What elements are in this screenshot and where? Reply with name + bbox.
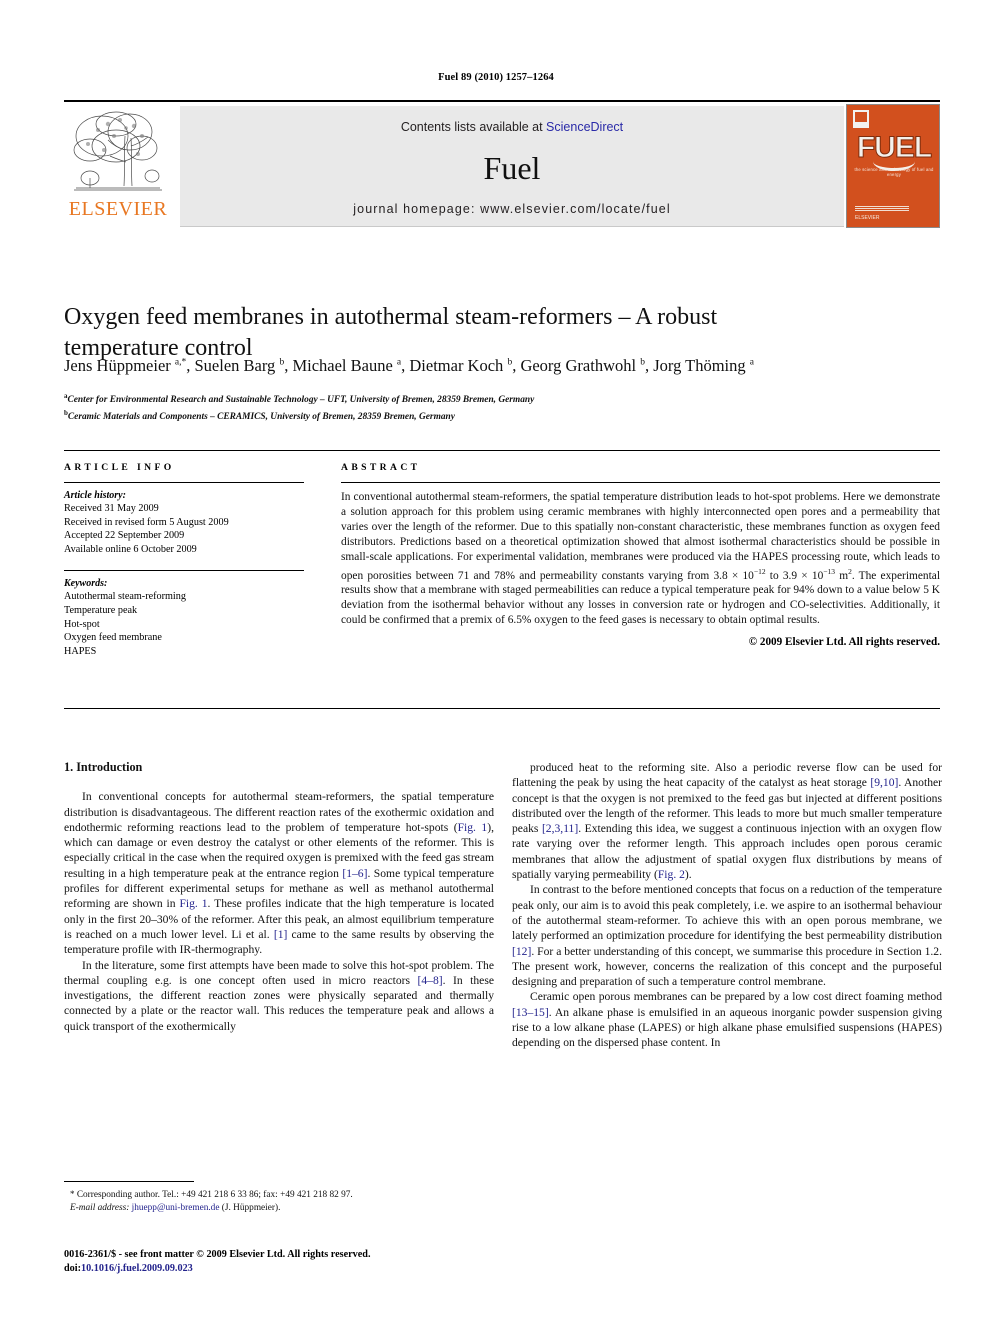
article-history-item: Received 31 May 2009 bbox=[64, 503, 159, 514]
contents-prefix: Contents lists available at bbox=[400, 120, 547, 134]
journal-homepage-link[interactable]: journal homepage: www.elsevier.com/locat… bbox=[180, 202, 844, 216]
elsevier-tree-icon bbox=[68, 106, 168, 198]
abstract-body: In conventional autothermal steam-reform… bbox=[341, 491, 940, 627]
affiliation-a-text: Center for Environmental Research and Su… bbox=[67, 395, 535, 406]
affiliation-a: aCenter for Environmental Research and S… bbox=[64, 392, 535, 406]
journal-title: Fuel bbox=[483, 150, 541, 186]
doi-label: doi: bbox=[64, 1262, 81, 1274]
article-info-heading: ARTICLE INFO bbox=[64, 462, 175, 473]
article-history-item: Available online 6 October 2009 bbox=[64, 543, 197, 555]
cover-brand-text: ELSEVIER bbox=[855, 215, 880, 221]
page-title: Oxygen feed membranes in autothermal ste… bbox=[64, 304, 718, 362]
affiliation-b-text: Ceramic Materials and Components – CERAM… bbox=[67, 412, 455, 423]
body-paragraph: In conventional concepts for autothermal… bbox=[64, 790, 494, 957]
paper-page: Fuel 89 (2010) 1257–1264 ELSEVIER Conten… bbox=[0, 0, 992, 1323]
abstract-heading: ABSTRACT bbox=[341, 462, 421, 473]
keyword-item: Hot-spot bbox=[64, 618, 100, 630]
keywords-rule bbox=[64, 570, 304, 572]
band-bottom-rule bbox=[64, 708, 940, 709]
corresponding-author-footnote: * Corresponding author. Tel.: +49 421 21… bbox=[64, 1181, 494, 1214]
article-info-rule bbox=[64, 482, 304, 483]
body-paragraph: produced heat to the reforming site. Als… bbox=[512, 761, 943, 882]
abstract-copyright: © 2009 Elsevier Ltd. All rights reserved… bbox=[748, 635, 940, 648]
footnote-contact-line: * Corresponding author. Tel.: +49 421 21… bbox=[70, 1189, 353, 1200]
abstract-column: ABSTRACT In conventional autothermal ste… bbox=[341, 462, 940, 648]
journal-masthead: ELSEVIER Contents lists available at Sci… bbox=[64, 100, 940, 228]
tree-svg bbox=[73, 111, 162, 191]
keyword-item: Oxygen feed membrane bbox=[64, 632, 162, 644]
footnote-email-line: E-mail address: jhuepp@uni-bremen.de (J.… bbox=[70, 1202, 281, 1213]
band-top-rule bbox=[64, 450, 940, 451]
body-paragraph: In contrast to the before mentioned conc… bbox=[512, 883, 942, 989]
article-history-item: Received in revised form 5 August 2009 bbox=[64, 516, 229, 528]
running-head: Fuel 89 (2010) 1257–1264 bbox=[438, 72, 554, 83]
colophon: 0016-2361/$ - see front matter © 2009 El… bbox=[64, 1248, 524, 1275]
cover-subtitle-text: the science and technology of fuel and e… bbox=[854, 167, 934, 177]
cover-publisher-icon bbox=[853, 110, 869, 128]
elsevier-logo: ELSEVIER bbox=[64, 106, 172, 226]
doi-line: doi:10.1016/j.fuel.2009.09.023 bbox=[64, 1262, 524, 1276]
doi-link[interactable]: 10.1016/j.fuel.2009.09.023 bbox=[81, 1263, 193, 1274]
footnote-rule bbox=[64, 1181, 194, 1182]
body-column-right: produced heat to the reforming site. Als… bbox=[512, 760, 942, 1051]
keyword-item: HAPES bbox=[64, 645, 97, 657]
info-abstract-band: ARTICLE INFO Article history: Received 3… bbox=[64, 450, 940, 712]
section-heading-introduction: 1. Introduction bbox=[64, 760, 143, 774]
elsevier-wordmark: ELSEVIER bbox=[68, 198, 168, 220]
journal-cover-thumbnail: FUEL the science and technology of fuel … bbox=[846, 104, 940, 228]
article-history-item: Accepted 22 September 2009 bbox=[64, 530, 185, 542]
affiliation-b: bCeramic Materials and Components – CERA… bbox=[64, 409, 455, 423]
contents-available-line: Contents lists available at ScienceDirec… bbox=[180, 120, 844, 134]
keyword-item: Autothermal steam-reforming bbox=[64, 591, 186, 603]
article-history-label: Article history: bbox=[64, 490, 126, 501]
issn-line: 0016-2361/$ - see front matter © 2009 El… bbox=[64, 1249, 371, 1260]
sciencedirect-link[interactable]: ScienceDirect bbox=[546, 120, 623, 134]
article-info-column: ARTICLE INFO Article history: Received 3… bbox=[64, 462, 304, 658]
cover-text-lines-decoration bbox=[855, 206, 909, 211]
masthead-center-panel: Contents lists available at ScienceDirec… bbox=[180, 106, 844, 227]
body-paragraph: Ceramic open porous membranes can be pre… bbox=[512, 990, 942, 1050]
body-paragraph: In the literature, some first attempts h… bbox=[64, 958, 494, 1033]
keyword-item: Temperature peak bbox=[64, 604, 138, 616]
author-list: Jens Hüppmeier a,*, Suelen Barg b, Micha… bbox=[64, 356, 754, 375]
abstract-rule bbox=[341, 482, 940, 483]
affiliation-list: aCenter for Environmental Research and S… bbox=[64, 390, 944, 424]
masthead-top-rule bbox=[64, 100, 940, 102]
keywords-label: Keywords: bbox=[64, 578, 108, 590]
body-column-left: 1. Introduction In conventional concepts… bbox=[64, 760, 494, 1034]
